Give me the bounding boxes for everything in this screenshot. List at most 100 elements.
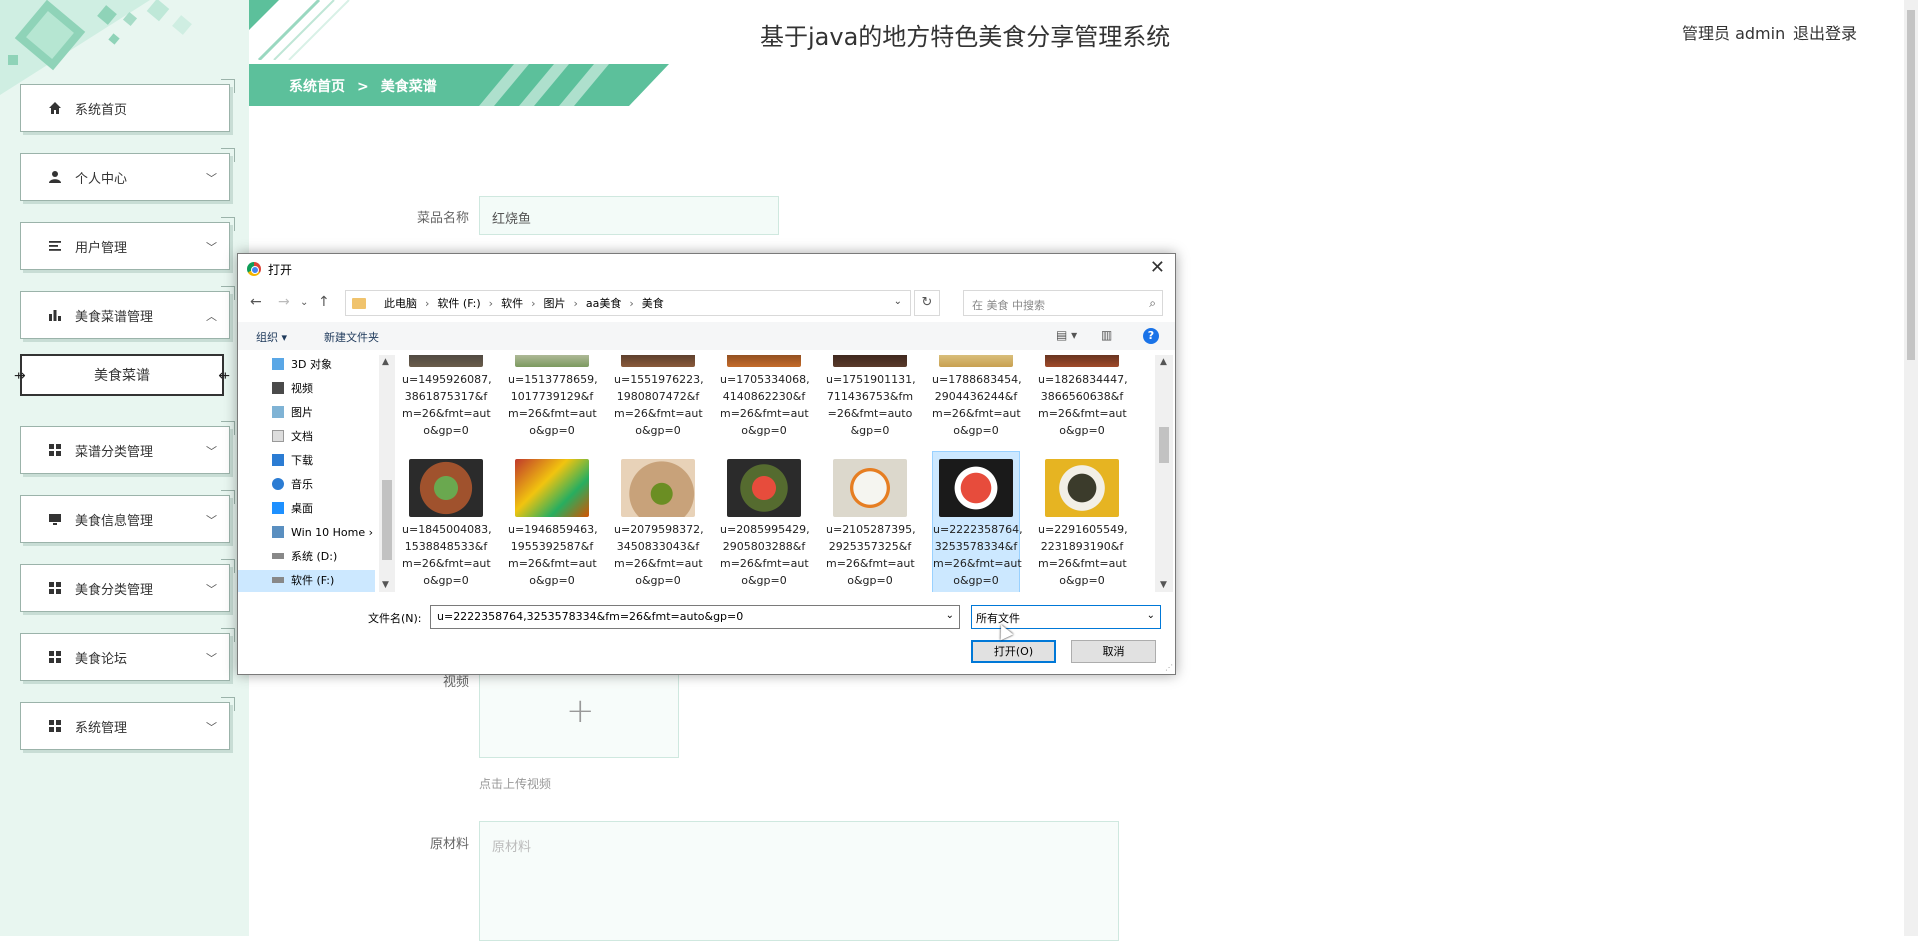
file-item[interactable]: u=2079598372, 3450833043&f m=26&fmt=aut … — [614, 459, 704, 589]
logout-link[interactable]: 退出登录 — [1793, 20, 1857, 44]
nav-item[interactable]: 视频 — [272, 377, 313, 399]
chevron-down-icon[interactable]: ⌄ — [946, 610, 954, 621]
corner-decoration — [221, 286, 235, 300]
sidebar-subitem-recipes[interactable]: ⇸ 美食菜谱 ⇷ — [14, 354, 230, 396]
sidebar-item-system[interactable]: 系统管理 ﹀ — [20, 697, 235, 750]
ingredients-textarea[interactable]: 原材料 — [479, 821, 1119, 941]
help-icon[interactable]: ? — [1143, 328, 1159, 344]
path-segment[interactable]: 美食 — [642, 295, 664, 311]
desktop-icon — [272, 502, 284, 514]
file-item[interactable]: u=1845004083, 1538848533&f m=26&fmt=aut … — [402, 459, 492, 589]
video-icon — [272, 382, 284, 394]
file-item[interactable]: u=2291605549, 2231893190&f m=26&fmt=aut … — [1038, 459, 1128, 589]
organize-button[interactable]: 组织 ▾ — [256, 329, 287, 345]
sidebar-item-recipe-category[interactable]: 菜谱分类管理 ﹀ — [20, 421, 235, 474]
grid-icon — [47, 718, 63, 734]
sidebar-item-users[interactable]: 用户管理 ﹀ — [20, 217, 235, 270]
file-item[interactable]: u=1705334068, 4140862230&f m=26&fmt=aut … — [720, 355, 810, 439]
file-item[interactable]: u=1946859463, 1955392587&f m=26&fmt=aut … — [508, 459, 598, 589]
scrollbar-thumb[interactable] — [382, 480, 392, 560]
forward-arrow-icon[interactable]: → — [278, 294, 290, 310]
download-icon — [272, 454, 284, 466]
new-folder-button[interactable]: 新建文件夹 — [324, 329, 379, 345]
cancel-button[interactable]: 取消 — [1071, 640, 1156, 663]
nav-item[interactable]: 音乐 — [272, 473, 313, 495]
scroll-up-icon[interactable]: ▲ — [382, 357, 389, 367]
sidebar-item-forum[interactable]: 美食论坛 ﹀ — [20, 628, 235, 681]
nav-label: 3D 对象 — [291, 358, 332, 371]
nav-item[interactable]: 文档 — [272, 425, 313, 447]
folder-icon — [352, 297, 366, 309]
path-separator: › — [573, 296, 578, 310]
file-item[interactable]: u=1513778659, 1017739129&f m=26&fmt=aut … — [508, 355, 598, 439]
image-thumbnail — [621, 355, 695, 367]
scroll-up-icon[interactable]: ▲ — [1160, 357, 1167, 367]
nav-item[interactable]: 图片 — [272, 401, 313, 423]
file-item[interactable]: u=1788683454, 2904436244&f m=26&fmt=aut … — [932, 355, 1022, 439]
file-list-scrollbar[interactable]: ▲ ▼ — [1155, 355, 1173, 592]
sidebar-item-label: 系统管理 — [75, 720, 128, 736]
image-thumbnail — [515, 459, 589, 517]
scrollbar-thumb[interactable] — [1907, 10, 1915, 360]
breadcrumb-home[interactable]: 系统首页 — [289, 79, 345, 95]
sidebar-item-food-category[interactable]: 美食分类管理 ﹀ — [20, 559, 235, 612]
image-thumbnail — [515, 355, 589, 367]
path-segment[interactable]: 图片 — [543, 295, 565, 311]
sidebar-item-personal[interactable]: 个人中心 ﹀ — [20, 148, 235, 201]
nav-item[interactable]: Win 10 Home › — [272, 521, 373, 543]
video-upload[interactable]: + — [479, 670, 679, 758]
chevron-down-icon[interactable]: ⌄ — [894, 296, 902, 307]
address-bar[interactable]: 此电脑 › 软件 (F:) › 软件 › 图片 › aa美食 › 美食 ⌄ — [345, 290, 911, 316]
scroll-down-icon[interactable]: ▼ — [1160, 580, 1167, 590]
path-segment[interactable]: 软件 — [501, 295, 523, 311]
file-name: u=1495926087, 3861875317&f m=26&fmt=aut … — [402, 373, 492, 437]
corner-decoration — [221, 79, 235, 93]
file-item[interactable]: u=2085995429, 2905803288&f m=26&fmt=aut … — [720, 459, 810, 589]
view-options-icon[interactable]: ▤ ▾ — [1056, 328, 1077, 342]
path-segment[interactable]: 此电脑 — [384, 295, 417, 311]
image-thumbnail — [727, 355, 801, 367]
file-item-selected[interactable]: u=2222358764, 3253578334&f m=26&fmt=aut … — [932, 451, 1023, 592]
file-list: u=1495926087, 3861875317&f m=26&fmt=aut … — [398, 355, 1148, 592]
sidebar-item-food-info[interactable]: 美食信息管理 ﹀ — [20, 490, 235, 543]
file-item[interactable]: u=1826834447, 3866560638&f m=26&fmt=aut … — [1038, 355, 1128, 439]
file-name: u=1705334068, 4140862230&f m=26&fmt=aut … — [720, 373, 810, 437]
nav-item[interactable]: 软件 (F:) — [272, 569, 334, 591]
preview-pane-icon[interactable]: ▥ — [1101, 328, 1112, 342]
nav-label: 视频 — [291, 382, 313, 395]
close-icon[interactable]: ✕ — [1150, 257, 1165, 278]
document-icon — [272, 430, 284, 442]
navigation-pane: 3D 对象 视频 图片 文档 下载 音乐 桌面 Win 10 Home › 系统… — [238, 355, 395, 592]
search-input[interactable]: 在 美食 中搜索 ⌕ — [963, 290, 1163, 316]
open-button[interactable]: 打开(O) — [971, 640, 1056, 663]
nav-label: 系统 (D:) — [291, 550, 338, 563]
nav-item[interactable]: 系统 (D:) — [272, 545, 337, 567]
up-arrow-icon[interactable]: ↑ — [318, 294, 330, 310]
scroll-down-icon[interactable]: ▼ — [382, 580, 389, 590]
path-segment[interactable]: aa美食 — [586, 295, 621, 311]
image-thumbnail — [939, 355, 1013, 367]
chevron-down-icon: ⌄ — [1146, 610, 1155, 621]
sidebar-item-home[interactable]: 系统首页 — [20, 79, 235, 132]
nav-item[interactable]: 3D 对象 — [272, 355, 332, 375]
file-item[interactable]: u=1551976223, 1980807472&f m=26&fmt=aut … — [614, 355, 704, 439]
filename-input[interactable]: u=2222358764,3253578334&fm=26&fmt=auto&g… — [430, 605, 960, 629]
refresh-icon[interactable]: ↻ — [914, 290, 940, 316]
file-item[interactable]: u=1751901131, 711436753&fm =26&fmt=auto … — [826, 355, 916, 439]
nav-item[interactable]: 桌面 — [272, 497, 313, 519]
search-placeholder: 在 美食 中搜索 — [972, 299, 1045, 312]
back-arrow-icon[interactable]: ← — [250, 294, 262, 310]
user-icon — [47, 169, 63, 185]
sidebar-item-recipe-mgmt[interactable]: 美食菜谱管理 ︿ — [20, 286, 235, 339]
file-item[interactable]: u=2105287395, 2925357325&f m=26&fmt=aut … — [826, 459, 916, 589]
file-name: u=1751901131, 711436753&fm =26&fmt=auto … — [826, 373, 916, 437]
resize-grip-icon[interactable]: ⋰ — [1165, 663, 1173, 672]
file-item[interactable]: u=1495926087, 3861875317&f m=26&fmt=aut … — [402, 355, 492, 439]
nav-scrollbar[interactable]: ▲ ▼ — [379, 355, 395, 592]
nav-item[interactable]: 下载 — [272, 449, 313, 471]
path-segment[interactable]: 软件 (F:) — [437, 295, 480, 311]
dish-name-input[interactable]: 红烧鱼 — [479, 196, 779, 235]
page-scrollbar[interactable] — [1904, 0, 1918, 936]
scrollbar-thumb[interactable] — [1159, 427, 1169, 463]
recent-dropdown-icon[interactable]: ⌄ — [300, 297, 308, 308]
